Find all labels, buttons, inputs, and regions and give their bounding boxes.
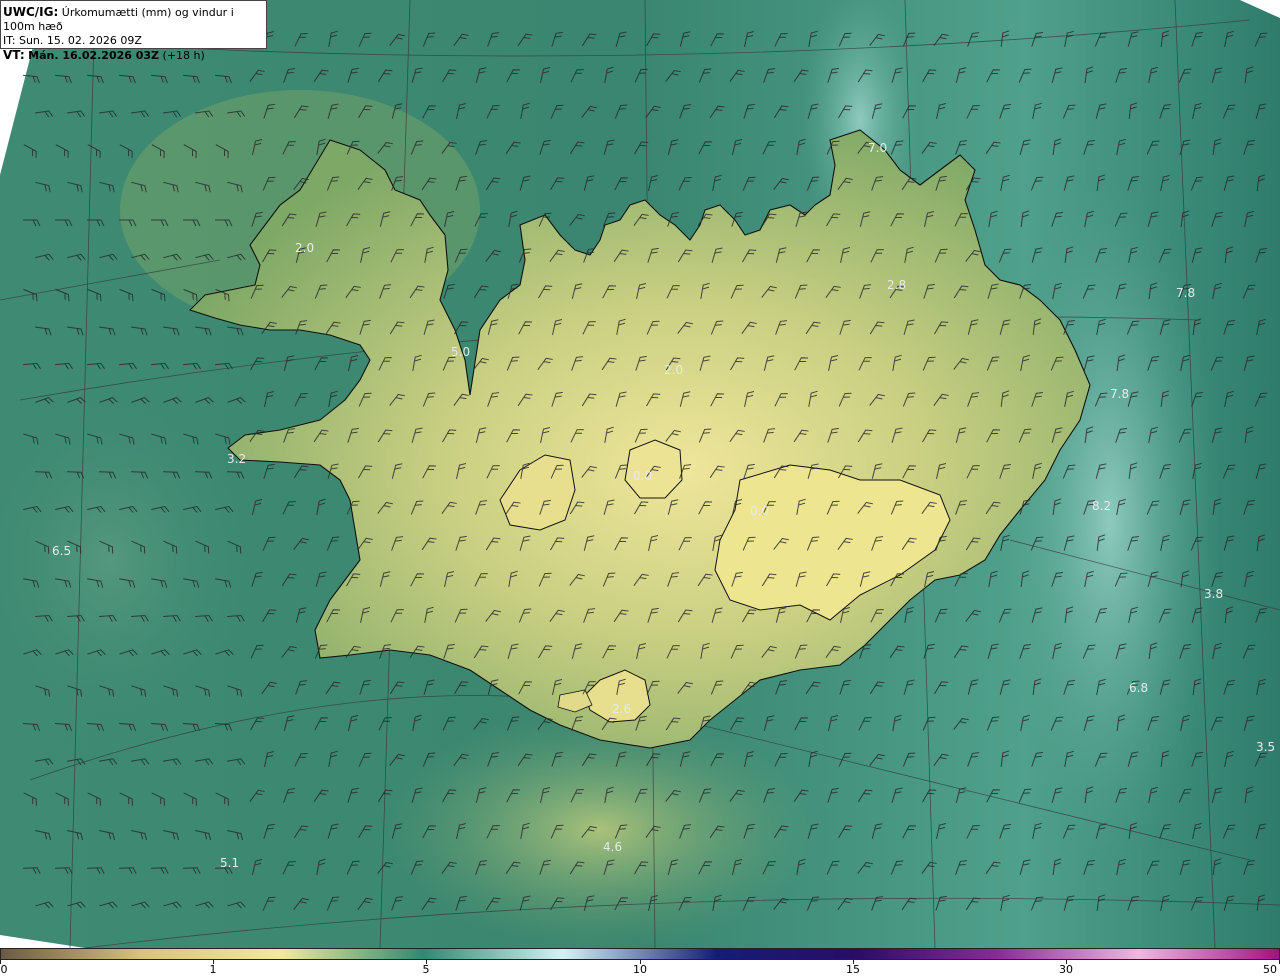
precipitation-wind-map: 7.0 2.8 7.8 7.8 2.0 5.0 2.0 3.2 0.0 6.5 … bbox=[0, 0, 1280, 948]
colorbar-label: 10 bbox=[633, 963, 647, 976]
colorbar-label: 50 bbox=[1263, 963, 1277, 976]
colorbar-label: 0 bbox=[0, 963, 8, 976]
map-value-label: 3.8 bbox=[1204, 587, 1223, 601]
map-value-label: 2.0 bbox=[664, 363, 683, 377]
valid-time-line: VT: Mán. 16.02.2026 03Z (+18 h) bbox=[3, 48, 266, 63]
map-value-label: 5.1 bbox=[220, 856, 239, 870]
colorbar-legend: 0 1 5 10 15 30 50 bbox=[0, 948, 1280, 978]
map-value-label: 3.5 bbox=[1256, 740, 1275, 754]
map-value-label: 2.6 bbox=[612, 702, 631, 716]
model-name: UWC/IG: bbox=[3, 5, 59, 19]
forecast-info-box: UWC/IG: Úrkomumætti (mm) og vindur i 100… bbox=[0, 0, 267, 62]
map-value-label: 7.0 bbox=[868, 141, 887, 155]
map-value-label: 6.8 bbox=[1129, 681, 1148, 695]
colorbar-label: 15 bbox=[846, 963, 860, 976]
valid-time-value: Mán. 16.02.2026 03Z bbox=[28, 49, 160, 62]
map-value-label: 3.2 bbox=[227, 452, 246, 466]
map-value-label: 4.6 bbox=[603, 840, 622, 854]
map-value-label: 0.0 bbox=[633, 469, 652, 483]
colorbar-label: 1 bbox=[209, 963, 217, 976]
colorbar-gradient bbox=[0, 948, 1280, 960]
map-value-label: 2.0 bbox=[295, 241, 314, 255]
valid-time-prefix: VT: bbox=[3, 48, 25, 62]
colorbar-label: 30 bbox=[1059, 963, 1073, 976]
colorbar-label: 5 bbox=[422, 963, 430, 976]
map-value-label: 6.5 bbox=[52, 544, 71, 558]
lead-time: (+18 h) bbox=[162, 49, 205, 62]
product-title-line: UWC/IG: Úrkomumætti (mm) og vindur i 100… bbox=[3, 5, 266, 34]
map-value-label: 7.8 bbox=[1110, 387, 1129, 401]
initial-time: IT: Sun. 15. 02. 2026 09Z bbox=[3, 34, 142, 47]
map-value-label: 0.0 bbox=[750, 504, 769, 518]
map-value-label: 8.2 bbox=[1092, 499, 1111, 513]
map-value-label: 5.0 bbox=[451, 345, 470, 359]
map-value-label: 2.8 bbox=[887, 278, 906, 292]
map-value-label: 7.8 bbox=[1176, 286, 1195, 300]
